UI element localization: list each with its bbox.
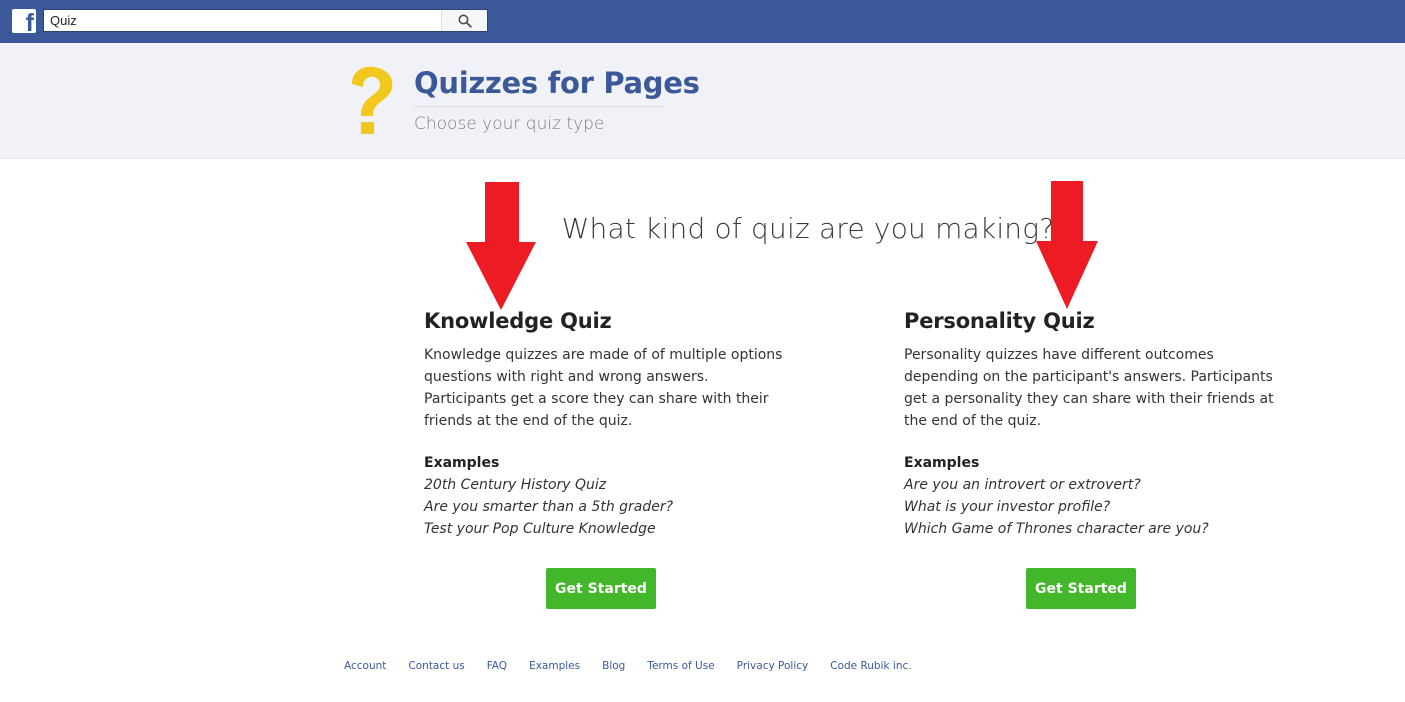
footer-link-terms[interactable]: Terms of Use [647, 660, 714, 672]
personality-get-started-button[interactable]: Get Started [1026, 568, 1136, 609]
main-heading: What kind of quiz are you making? [561, 212, 1055, 245]
knowledge-get-started-button[interactable]: Get Started [546, 568, 656, 609]
example-item: 20th Century History Quiz [424, 477, 607, 493]
example-item: Test your Pop Culture Knowledge [424, 521, 656, 537]
page-header [0, 43, 1405, 159]
footer-link-blog[interactable]: Blog [602, 660, 625, 672]
footer-link-contact[interactable]: Contact us [408, 660, 464, 672]
quiz-description: Knowledge quizzes are made of of multipl… [424, 347, 783, 429]
example-item: Are you an introvert or extrovert? [904, 477, 1141, 493]
search-bar [43, 9, 488, 32]
search-button[interactable] [441, 10, 487, 31]
annotation-arrow-icon [466, 182, 536, 310]
footer-links: Account Contact us FAQ Examples Blog Ter… [344, 660, 934, 672]
footer-link-account[interactable]: Account [344, 660, 386, 672]
footer-link-examples[interactable]: Examples [529, 660, 580, 672]
examples-label: Examples [904, 455, 980, 471]
examples-label: Examples [424, 455, 500, 471]
search-icon [458, 14, 472, 28]
annotation-arrow-icon [1036, 181, 1098, 309]
example-item: Are you smarter than a 5th grader? [424, 499, 674, 515]
page-subtitle: Choose your quiz type [414, 114, 605, 134]
search-input[interactable] [44, 10, 454, 31]
example-item: What is your investor profile? [904, 499, 1111, 515]
examples-list: 20th Century History Quiz Are you smarte… [424, 474, 804, 540]
quiz-description: Personality quizzes have different outco… [904, 347, 1274, 429]
personality-quiz-section: Personality Quiz Personality quizzes hav… [904, 306, 1284, 540]
question-mark-icon [352, 66, 393, 134]
facebook-icon[interactable]: f [12, 9, 36, 33]
examples-list: Are you an introvert or extrovert? What … [904, 474, 1284, 540]
top-bar: f [0, 0, 1405, 43]
footer-link-faq[interactable]: FAQ [487, 660, 507, 672]
page-title: Quizzes for Pages [414, 66, 700, 100]
title-divider [414, 106, 664, 107]
example-item: Which Game of Thrones character are you? [904, 521, 1209, 537]
footer-link-privacy[interactable]: Privacy Policy [737, 660, 809, 672]
footer-link-company[interactable]: Code Rubik inc. [830, 660, 911, 672]
knowledge-quiz-section: Knowledge Quiz Knowledge quizzes are mad… [424, 306, 804, 540]
